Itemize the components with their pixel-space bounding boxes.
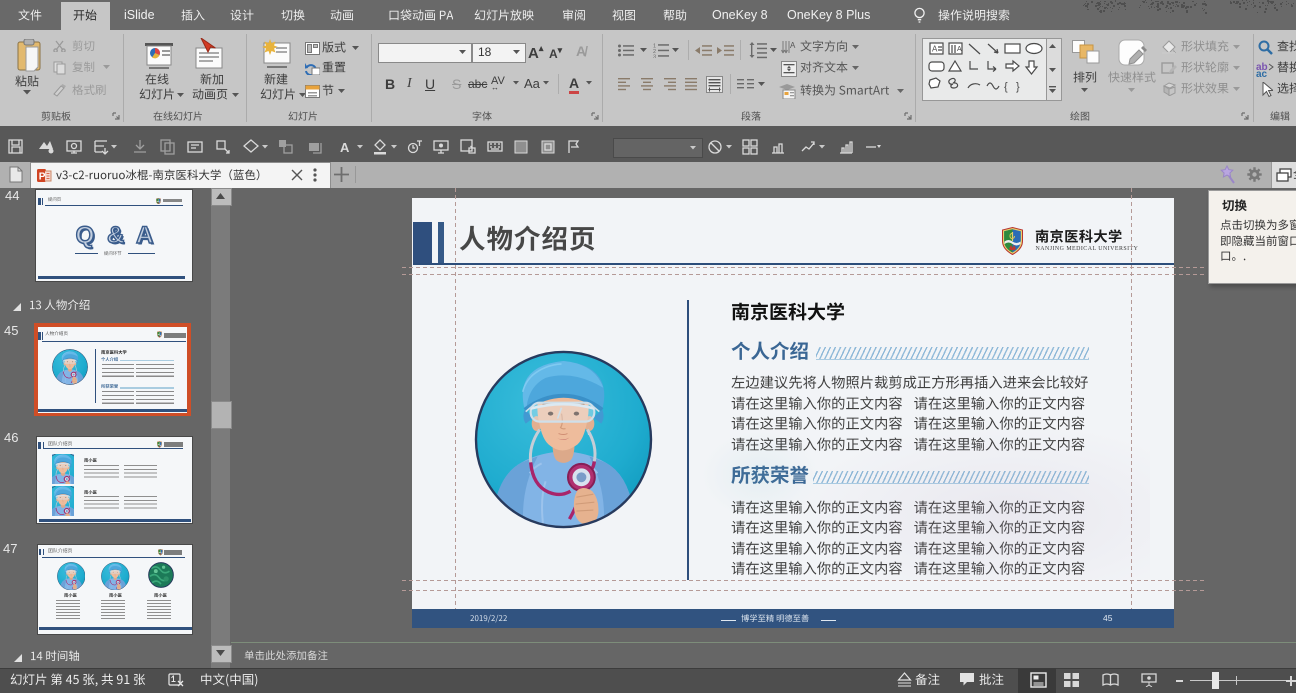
svg-text:P: P xyxy=(39,172,46,183)
svg-text:ac: ac xyxy=(1256,69,1268,77)
svg-text:A: A xyxy=(340,140,350,155)
svg-text:A: A xyxy=(932,45,938,54)
svg-text:A: A xyxy=(957,46,962,53)
svg-text:}: } xyxy=(1016,81,1020,93)
svg-text:A: A xyxy=(790,41,796,50)
svg-text:{: { xyxy=(1004,81,1008,93)
svg-text:3: 3 xyxy=(653,55,656,59)
